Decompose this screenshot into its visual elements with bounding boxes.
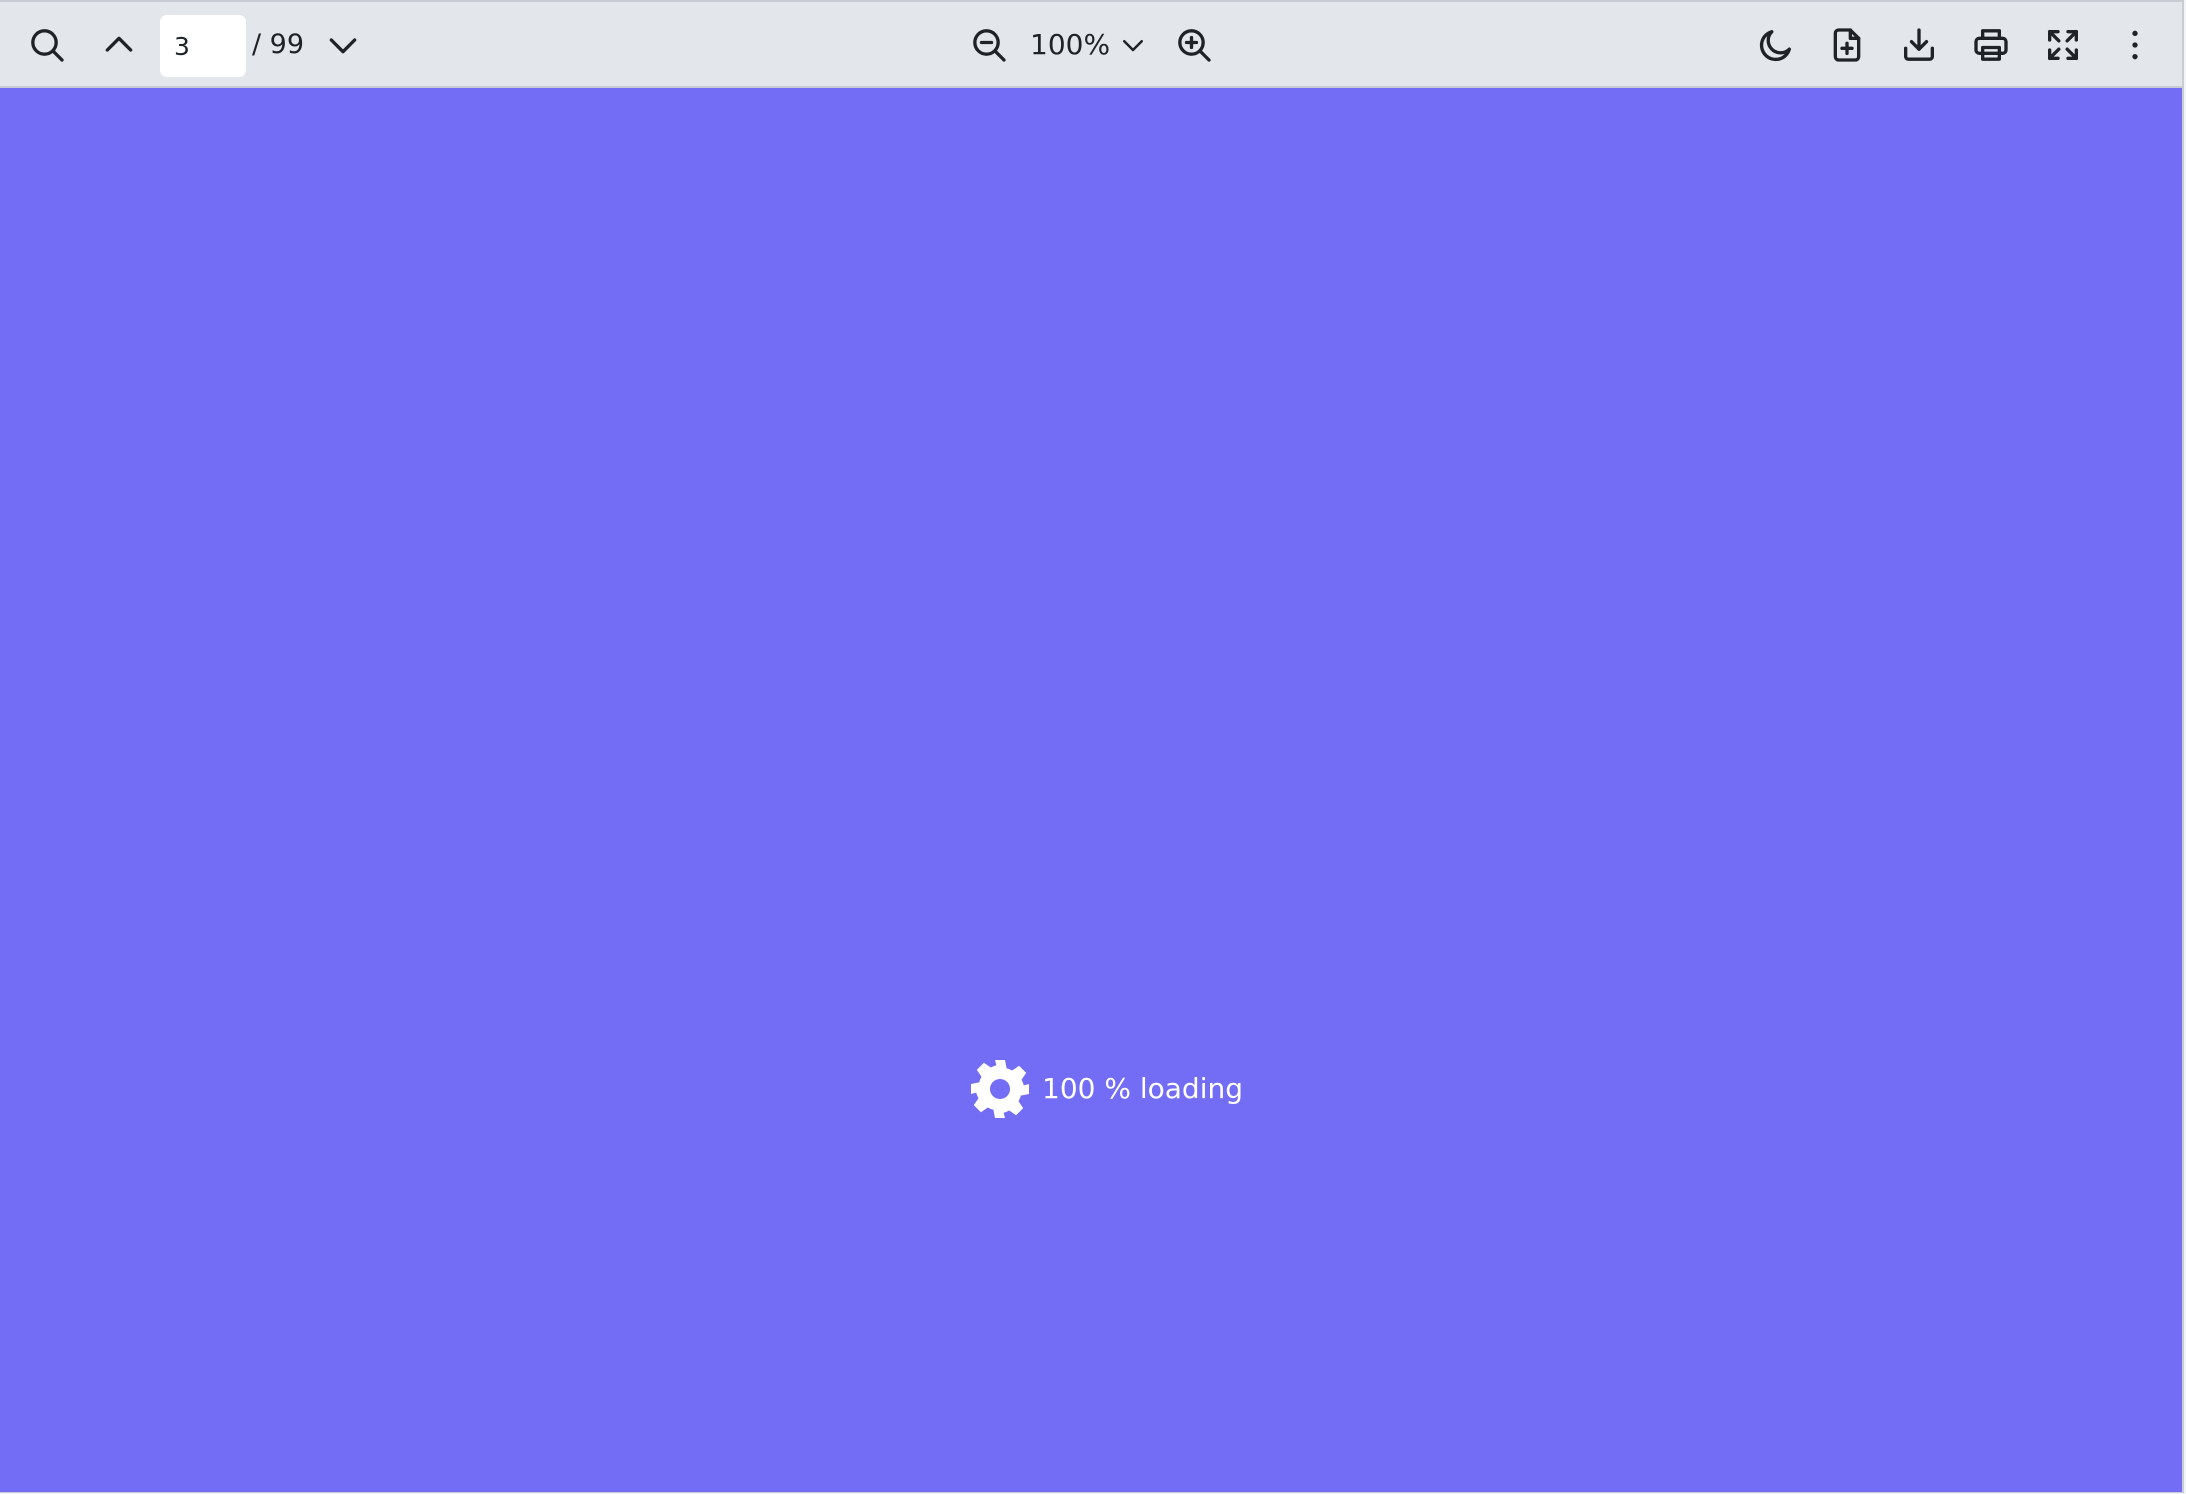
fullscreen-icon xyxy=(2047,30,2078,60)
zoom-select[interactable]: 100% xyxy=(1030,16,1148,74)
zoom-in-icon xyxy=(1178,29,1211,62)
page-total-label: / 99 xyxy=(252,29,305,60)
chevron-down-icon xyxy=(329,38,357,54)
toolbar: / 99 100% xyxy=(0,0,2182,88)
download-icon xyxy=(1904,28,1934,61)
search-button[interactable] xyxy=(18,16,76,74)
zoom-value: 100% xyxy=(1030,28,1111,61)
loading-indicator: 100 % loading xyxy=(968,1054,1243,1124)
fullscreen-button[interactable] xyxy=(2034,16,2092,74)
more-vertical-icon xyxy=(2132,30,2138,60)
page-number-input[interactable] xyxy=(160,15,246,77)
next-page-button[interactable] xyxy=(314,16,372,74)
document-canvas[interactable]: 100 % loading xyxy=(0,88,2182,1492)
open-file-button[interactable] xyxy=(1818,16,1876,74)
printer-icon xyxy=(1974,29,2008,61)
gear-icon xyxy=(971,1060,1029,1118)
chevron-down-icon xyxy=(1123,40,1144,52)
more-options-button[interactable] xyxy=(2106,16,2164,74)
zoom-out-button[interactable] xyxy=(960,16,1018,74)
search-icon xyxy=(31,29,64,62)
theme-toggle-button[interactable] xyxy=(1747,16,1805,74)
chevron-up-icon xyxy=(105,36,133,52)
zoom-in-button[interactable] xyxy=(1165,16,1223,74)
print-button[interactable] xyxy=(1962,16,2020,74)
download-button[interactable] xyxy=(1890,16,1948,74)
previous-page-button[interactable] xyxy=(90,16,148,74)
loading-text: 100 % loading xyxy=(1042,1072,1243,1105)
moon-icon xyxy=(1759,30,1791,62)
file-plus-icon xyxy=(1833,28,1861,62)
zoom-out-icon xyxy=(973,29,1006,62)
pdf-viewer: / 99 100% xyxy=(0,0,2184,1493)
